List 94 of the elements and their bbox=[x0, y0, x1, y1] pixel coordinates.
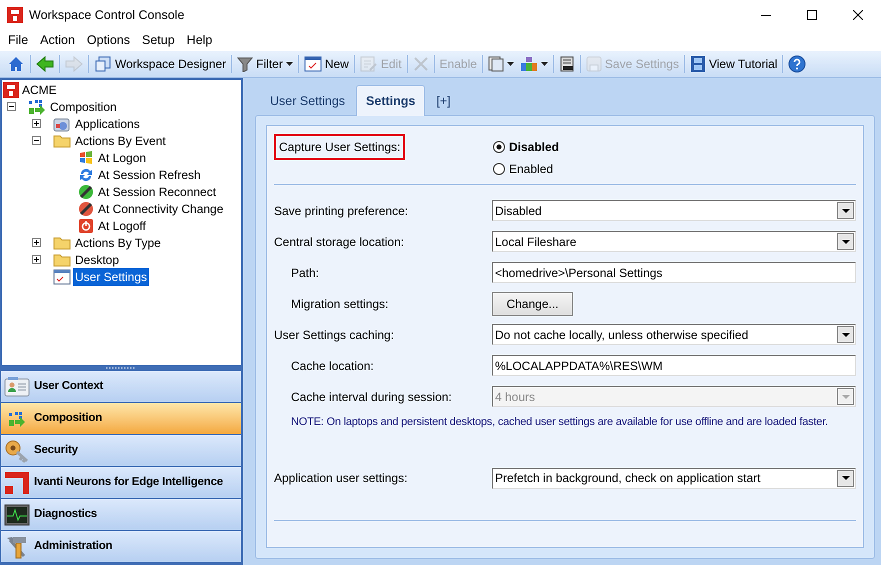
dropdown-button[interactable] bbox=[837, 202, 854, 219]
windows-flag-icon bbox=[78, 150, 94, 166]
dropdown[interactable]: Do not cache locally, unless otherwise specified bbox=[492, 324, 856, 345]
caret-icon bbox=[842, 394, 850, 398]
nav-button[interactable]: Composition bbox=[1, 403, 242, 434]
help-icon bbox=[788, 55, 806, 73]
field-label: Cache interval during session: bbox=[291, 390, 452, 404]
settings-window-icon bbox=[53, 268, 71, 284]
heart-monitor-icon bbox=[4, 504, 30, 526]
forward-arrow-icon bbox=[65, 55, 83, 73]
designer-icon bbox=[94, 55, 112, 73]
dropdown[interactable]: Local Fileshare bbox=[492, 231, 856, 252]
caret-icon bbox=[842, 240, 850, 244]
folder-icon bbox=[53, 235, 71, 250]
nav-button[interactable]: User Context bbox=[1, 371, 242, 402]
logo-icon bbox=[7, 7, 23, 23]
note-text: NOTE: On laptops and persistent desktops, cached user settings are available for use offline and are loaded faster. bbox=[291, 416, 828, 428]
folder-icon bbox=[53, 133, 71, 148]
dropdown-button[interactable] bbox=[837, 470, 854, 486]
tree-item[interactable]: Composition bbox=[48, 98, 119, 116]
contact-card-icon bbox=[4, 376, 30, 398]
field-label: Application user settings: bbox=[274, 471, 408, 485]
splitter-handle[interactable] bbox=[0, 365, 242, 371]
composition-icon bbox=[28, 98, 46, 114]
field-label: User Settings caching: bbox=[274, 328, 394, 342]
tree-item[interactable]: At Session Refresh bbox=[96, 166, 203, 184]
tree-item[interactable]: Desktop bbox=[73, 250, 122, 268]
menu-item[interactable]: Options bbox=[80, 30, 136, 50]
save-icon bbox=[586, 56, 602, 72]
caret-icon bbox=[842, 208, 850, 212]
field-label: Cache location: bbox=[291, 358, 374, 372]
filter-icon bbox=[237, 56, 254, 72]
dropdown-button[interactable] bbox=[837, 326, 854, 343]
field-label: Path: bbox=[291, 266, 320, 280]
tree-item[interactable]: At Logoff bbox=[96, 216, 148, 234]
window-title: Workspace Control Console bbox=[29, 6, 184, 24]
back-arrow-icon bbox=[36, 55, 54, 73]
radio-icon bbox=[493, 141, 505, 153]
close-icon bbox=[853, 10, 863, 20]
nav-button[interactable]: Administration bbox=[1, 531, 242, 562]
composition-icon bbox=[8, 410, 26, 426]
server-icon bbox=[558, 56, 575, 72]
dropdown-button[interactable] bbox=[837, 233, 854, 250]
radio-button[interactable]: Enabled bbox=[493, 160, 560, 178]
tree-item[interactable]: At Session Reconnect bbox=[96, 182, 218, 200]
tab[interactable]: Settings bbox=[356, 85, 426, 116]
home-icon bbox=[7, 55, 25, 73]
input-field[interactable]: %LOCALAPPDATA%\RES\WM bbox=[492, 355, 856, 376]
pages-icon bbox=[488, 56, 504, 72]
delete-icon bbox=[412, 56, 429, 72]
edit-icon bbox=[360, 56, 378, 72]
field-label: Migration settings: bbox=[291, 296, 388, 310]
tree-item[interactable]: At Logon bbox=[96, 148, 148, 166]
film-icon bbox=[690, 55, 706, 73]
power-icon bbox=[78, 218, 94, 234]
field-label: Save printing preference: bbox=[274, 204, 408, 218]
tree-item[interactable]: ACME bbox=[22, 80, 57, 98]
field-label: Central storage location: bbox=[274, 234, 404, 248]
input-field[interactable]: <homedrive>\Personal Settings bbox=[492, 262, 856, 283]
caret-icon bbox=[842, 332, 850, 336]
toolbar-button[interactable]: View Tutorial bbox=[686, 53, 780, 75]
tree-item[interactable]: Actions By Event bbox=[73, 132, 168, 150]
dropdown[interactable]: Prefetch in background, check on application start bbox=[492, 468, 856, 488]
toolbar-button[interactable]: Filter bbox=[234, 53, 296, 75]
new-window-icon bbox=[304, 56, 322, 72]
nav-button[interactable]: Ivanti Neurons for Edge Intelligence bbox=[1, 467, 242, 498]
field-label: Capture User Settings: bbox=[274, 134, 406, 160]
logo-icon bbox=[3, 82, 19, 98]
ivanti-logo-icon bbox=[4, 470, 30, 494]
tree-item[interactable]: Actions By Type bbox=[73, 234, 163, 252]
blocks-icon bbox=[520, 56, 538, 72]
dropdown[interactable]: Disabled bbox=[492, 200, 856, 221]
menu-item[interactable]: Setup bbox=[136, 30, 181, 50]
tree-item[interactable]: Applications bbox=[73, 114, 142, 132]
menu-item[interactable]: File bbox=[2, 30, 34, 50]
change-button[interactable]: Change... bbox=[492, 292, 573, 316]
tab[interactable]: User Settings bbox=[261, 87, 354, 115]
toolbar-button[interactable]: Workspace Designer bbox=[91, 53, 230, 75]
toolbar-button[interactable]: New bbox=[300, 53, 352, 75]
caret-icon bbox=[842, 476, 850, 480]
tab[interactable]: [+] bbox=[427, 87, 460, 115]
radio-icon bbox=[493, 163, 505, 175]
tree-item[interactable]: At Connectivity Change bbox=[96, 200, 226, 218]
refresh-icon bbox=[78, 166, 94, 182]
radio-button[interactable]: Disabled bbox=[493, 138, 560, 156]
nav-button[interactable]: Diagnostics bbox=[1, 499, 242, 530]
menu-item[interactable]: Action bbox=[34, 30, 81, 50]
maximize-icon bbox=[807, 10, 817, 20]
folder-icon bbox=[53, 252, 71, 267]
menu-item[interactable]: Help bbox=[180, 30, 218, 50]
applications-icon bbox=[53, 116, 71, 132]
tree-item[interactable]: User Settings bbox=[73, 268, 150, 286]
nav-button[interactable]: Security bbox=[1, 435, 242, 466]
key-icon bbox=[4, 438, 30, 462]
